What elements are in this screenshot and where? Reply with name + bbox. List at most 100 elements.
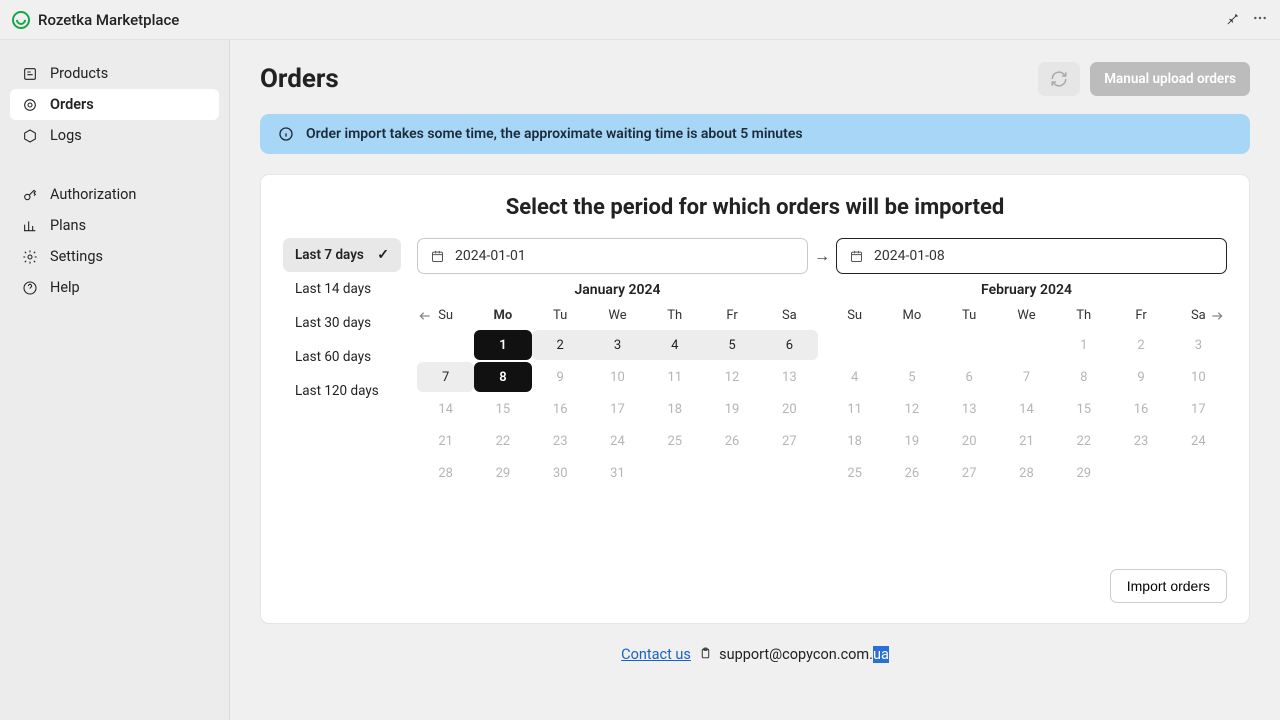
calendar-day[interactable]: 12	[703, 361, 760, 393]
date-to-value: 2024-01-08	[874, 248, 945, 264]
calendar-day[interactable]: 15	[1055, 393, 1112, 425]
calendar-day[interactable]: 17	[1170, 393, 1227, 425]
calendar-day[interactable]: 13	[941, 393, 998, 425]
preset-last-14[interactable]: Last 14 days	[283, 272, 401, 306]
sidebar-item-settings[interactable]: Settings	[10, 241, 219, 272]
sidebar-item-label: Logs	[50, 127, 82, 144]
calendar-day[interactable]: 17	[589, 393, 646, 425]
preset-last-7[interactable]: Last 7 days	[283, 238, 401, 272]
calendar-day[interactable]: 6	[761, 329, 818, 361]
preset-list: Last 7 days Last 14 days Last 30 days La…	[283, 238, 401, 408]
pin-icon[interactable]	[1225, 10, 1240, 29]
calendar-left[interactable]: SuMoTuWeThFrSa12345678910111213141516171…	[417, 302, 818, 489]
calendar-day[interactable]: 29	[474, 457, 531, 489]
calendar-day[interactable]: 11	[826, 393, 883, 425]
calendar-day	[1112, 457, 1169, 489]
calendar-day[interactable]: 2	[532, 329, 589, 361]
calendar-day[interactable]: 7	[998, 361, 1055, 393]
topbar: Rozetka Marketplace	[0, 0, 1280, 40]
calendar-day[interactable]: 8	[1055, 361, 1112, 393]
contact-link[interactable]: Contact us	[621, 646, 691, 663]
prev-month-button[interactable]	[417, 308, 435, 326]
calendar-day[interactable]: 7	[417, 361, 474, 393]
calendar-day[interactable]: 18	[646, 393, 703, 425]
calendar-day[interactable]: 29	[1055, 457, 1112, 489]
calendar-day[interactable]: 20	[761, 393, 818, 425]
calendar-day[interactable]: 11	[646, 361, 703, 393]
calendar-day[interactable]: 19	[883, 425, 940, 457]
calendar-day[interactable]: 5	[703, 329, 760, 361]
import-orders-button[interactable]: Import orders	[1110, 569, 1227, 603]
calendar-day[interactable]: 3	[589, 329, 646, 361]
calendar-day[interactable]: 14	[998, 393, 1055, 425]
sidebar-item-label: Authorization	[50, 186, 136, 203]
preset-last-30[interactable]: Last 30 days	[283, 306, 401, 340]
sidebar-item-products[interactable]: Products	[10, 58, 219, 89]
calendar-day[interactable]: 23	[532, 425, 589, 457]
calendar-day[interactable]: 4	[826, 361, 883, 393]
app-logo-icon	[12, 11, 30, 29]
calendar-day[interactable]: 10	[589, 361, 646, 393]
manual-upload-button[interactable]: Manual upload orders	[1090, 62, 1250, 96]
calendar-right[interactable]: SuMoTuWeThFrSa12345678910111213141516171…	[826, 302, 1227, 489]
sidebar-item-help[interactable]: Help	[10, 272, 219, 303]
calendar-day[interactable]: 4	[646, 329, 703, 361]
calendar-day[interactable]: 6	[941, 361, 998, 393]
calendar-day	[417, 329, 474, 361]
sidebar-item-orders[interactable]: Orders	[10, 89, 219, 120]
info-icon	[278, 126, 294, 142]
calendar-day[interactable]: 15	[474, 393, 531, 425]
calendar-day[interactable]: 16	[1112, 393, 1169, 425]
calendar-day[interactable]: 27	[761, 425, 818, 457]
calendar-day[interactable]: 24	[1170, 425, 1227, 457]
calendar-day[interactable]: 20	[941, 425, 998, 457]
calendar-day[interactable]: 13	[761, 361, 818, 393]
preset-last-60[interactable]: Last 60 days	[283, 340, 401, 374]
calendar-day[interactable]: 1	[474, 329, 531, 361]
date-from-input[interactable]: 2024-01-01	[417, 238, 808, 274]
sidebar: Products Orders Logs Authorization Plans	[0, 40, 230, 720]
calendar-day[interactable]: 16	[532, 393, 589, 425]
calendar-day[interactable]: 19	[703, 393, 760, 425]
date-to-input[interactable]: 2024-01-08	[836, 238, 1227, 274]
calendar-day[interactable]: 9	[1112, 361, 1169, 393]
preset-last-120[interactable]: Last 120 days	[283, 374, 401, 408]
calendar-day[interactable]: 28	[998, 457, 1055, 489]
chevron-right-icon	[1209, 308, 1225, 324]
calendar-day[interactable]: 18	[826, 425, 883, 457]
calendar-day[interactable]: 26	[703, 425, 760, 457]
more-icon[interactable]	[1252, 10, 1268, 30]
calendar-day[interactable]: 21	[417, 425, 474, 457]
calendar-day[interactable]: 3	[1170, 329, 1227, 361]
refresh-button[interactable]	[1038, 62, 1080, 96]
arrow-right-icon: →	[814, 246, 830, 266]
sidebar-item-authorization[interactable]: Authorization	[10, 179, 219, 210]
sidebar-item-plans[interactable]: Plans	[10, 210, 219, 241]
calendar-day[interactable]: 9	[532, 361, 589, 393]
app-title: Rozetka Marketplace	[38, 11, 179, 29]
calendar-day[interactable]: 21	[998, 425, 1055, 457]
calendar-day[interactable]: 5	[883, 361, 940, 393]
calendar-day[interactable]: 25	[646, 425, 703, 457]
calendar-day[interactable]: 10	[1170, 361, 1227, 393]
calendar-day[interactable]: 30	[532, 457, 589, 489]
calendar-day[interactable]: 14	[417, 393, 474, 425]
card-title: Select the period for which orders will …	[283, 195, 1227, 220]
calendar-day[interactable]: 22	[474, 425, 531, 457]
sidebar-item-logs[interactable]: Logs	[10, 120, 219, 151]
calendar-day[interactable]: 28	[417, 457, 474, 489]
calendar-day[interactable]: 12	[883, 393, 940, 425]
calendar-day[interactable]: 22	[1055, 425, 1112, 457]
calendar-day[interactable]: 23	[1112, 425, 1169, 457]
calendar-day[interactable]: 25	[826, 457, 883, 489]
next-month-button[interactable]	[1209, 308, 1227, 326]
date-from-value: 2024-01-01	[455, 248, 526, 264]
calendar-day[interactable]: 27	[941, 457, 998, 489]
calendar-day[interactable]: 24	[589, 425, 646, 457]
calendar-day[interactable]: 8	[474, 361, 531, 393]
calendar-day[interactable]: 31	[589, 457, 646, 489]
calendar-day[interactable]: 26	[883, 457, 940, 489]
clipboard-icon	[699, 647, 712, 664]
calendar-day[interactable]: 2	[1112, 329, 1169, 361]
calendar-day[interactable]: 1	[1055, 329, 1112, 361]
